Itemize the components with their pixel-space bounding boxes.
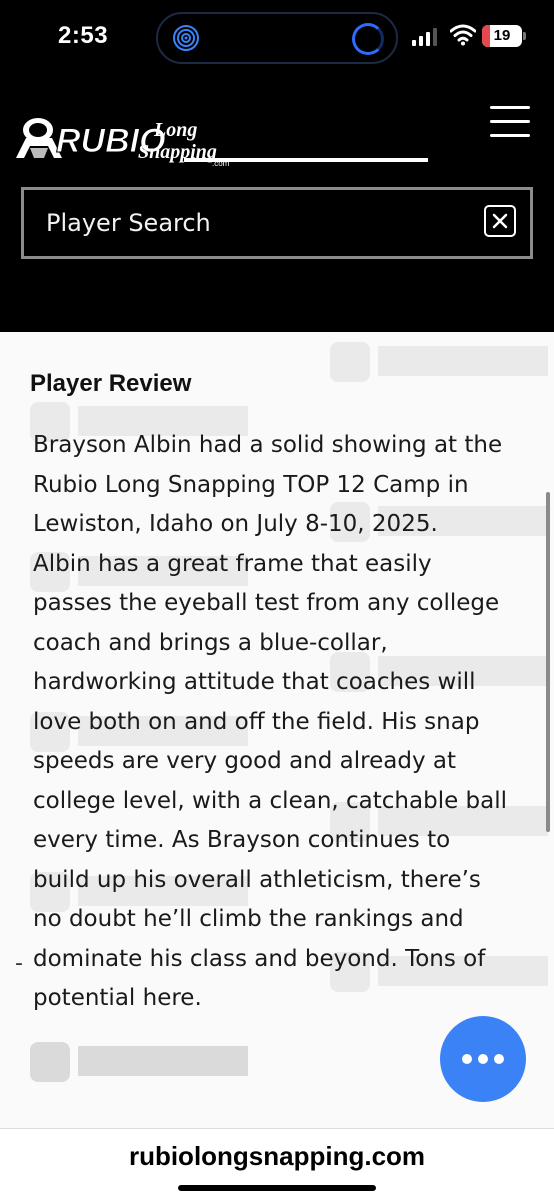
close-x-glyph (492, 213, 508, 229)
home-indicator (178, 1185, 376, 1191)
screen-record-icon (352, 23, 384, 55)
status-time: 2:53 (58, 22, 109, 49)
url-text[interactable]: rubiolongsnapping.com (0, 1141, 554, 1172)
battery-tip (523, 32, 526, 40)
player-search-box[interactable] (21, 187, 533, 259)
dynamic-island[interactable] (156, 12, 398, 64)
signal-icon (412, 28, 438, 46)
logo-subtext-long: Long (153, 119, 197, 141)
status-bar: 2:53 19 (0, 0, 554, 76)
close-icon[interactable] (484, 205, 516, 237)
browser-url-bar[interactable]: rubiolongsnapping.com (0, 1128, 554, 1200)
review-line: coach and brings a blue-collar, (33, 629, 388, 656)
review-line: college level, with a clean, catchable b… (33, 787, 508, 814)
review-line: Lewiston, Idaho on July 8-10, 2025. (33, 511, 438, 537)
activity-icon (173, 25, 199, 51)
watermark-logo (330, 342, 548, 382)
hamburger-menu-icon[interactable] (490, 102, 530, 138)
review-line: love both on and off the field. His snap (33, 708, 480, 735)
review-body: Brayson Albin had a solid showing at the… (33, 426, 533, 1019)
review-line: Albin has a great frame that easily (33, 550, 432, 577)
review-line: dominate his class and beyond. Tons of (33, 945, 486, 972)
battery-percent: 19 (493, 27, 511, 44)
player-review-section: Player Review Brayson Albin had a solid … (0, 332, 554, 1128)
more-dots-icon[interactable] (440, 1016, 526, 1102)
line-marker: - (15, 951, 23, 976)
review-line: hardworking attitude that coaches will (33, 669, 476, 695)
review-line: Brayson Albin had a solid showing at the (33, 432, 503, 458)
scrollbar[interactable] (546, 492, 550, 832)
review-line: potential here. (33, 985, 202, 1011)
review-line: no doubt he’ll climb the rankings and (33, 906, 464, 932)
site-header: RUBIO Long Snapping .com (0, 76, 554, 332)
review-line: Rubio Long Snapping TOP 12 Camp in (33, 471, 469, 498)
review-line: speeds are very good and already at (33, 748, 456, 774)
review-line: build up his overall athleticism, there’… (33, 866, 481, 893)
battery-icon: 19 (482, 25, 522, 47)
watermark-logo (30, 1042, 248, 1082)
review-title: Player Review (30, 370, 192, 397)
logo-underline (184, 158, 428, 162)
wifi-icon (450, 24, 476, 46)
review-line: every time. As Brayson continues to (33, 827, 451, 853)
review-line: passes the eyeball test from any college (33, 590, 500, 616)
player-search-input[interactable] (46, 190, 466, 256)
